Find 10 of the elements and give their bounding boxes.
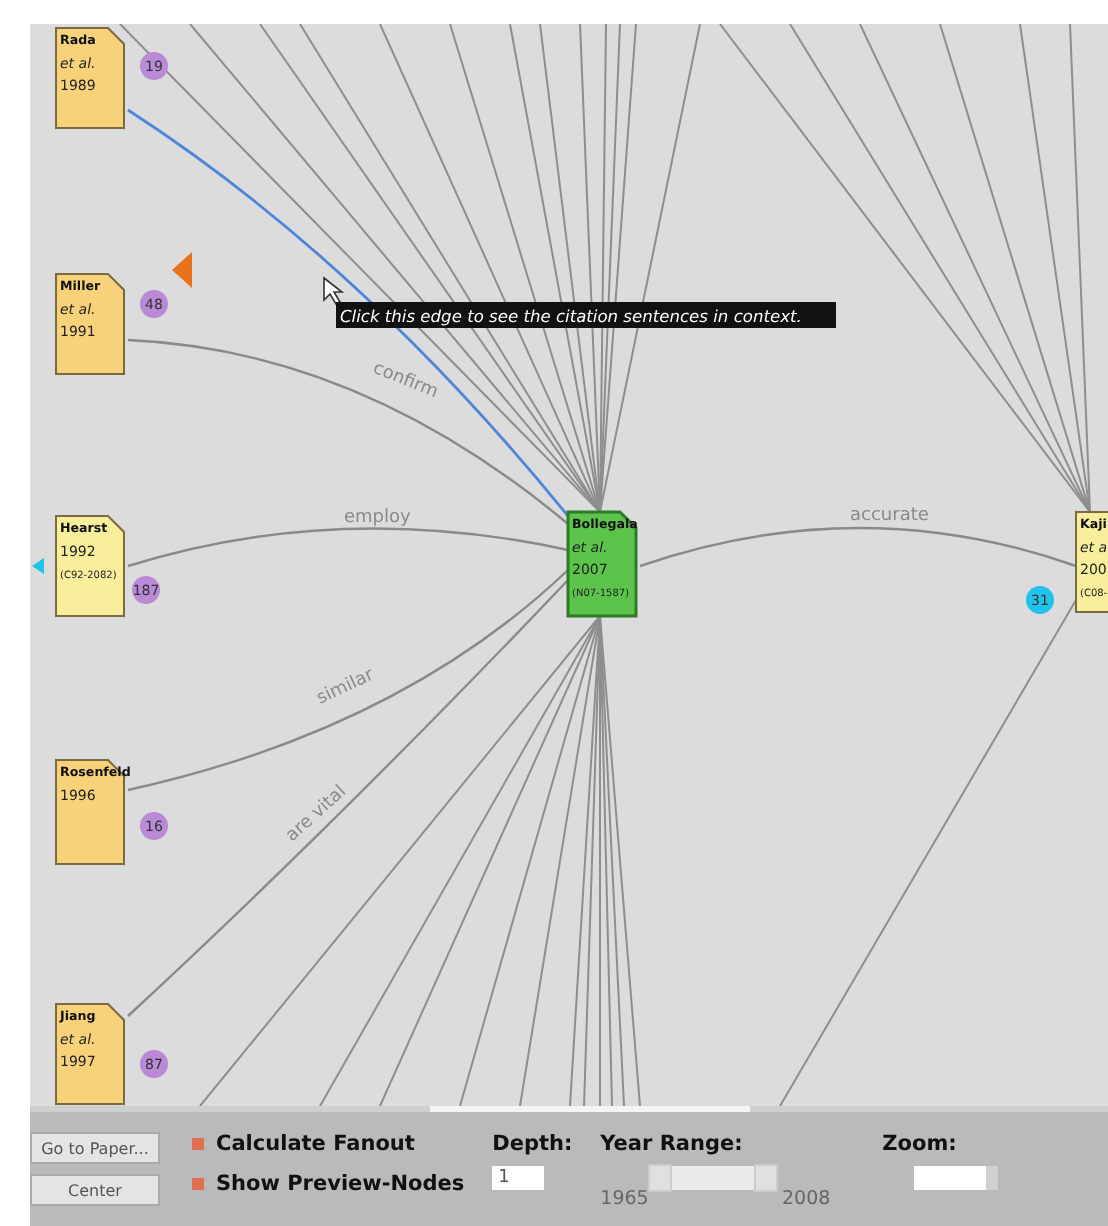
edge-label: employ (344, 508, 411, 528)
depth-label: Depth: (492, 1132, 573, 1156)
checkbox-label: Calculate Fanout (216, 1132, 415, 1156)
tooltip: Click this edge to see the citation sentences in context. (336, 302, 836, 328)
year-range-label: Year Range: (600, 1132, 745, 1156)
year-min-label: 1965 (600, 1188, 649, 1210)
checkbox-label: Show Preview-Nodes (216, 1172, 465, 1196)
edge-label: accurate (850, 506, 929, 526)
year-max-label: 2008 (781, 1188, 831, 1210)
zoom-label: Zoom: (882, 1132, 959, 1156)
